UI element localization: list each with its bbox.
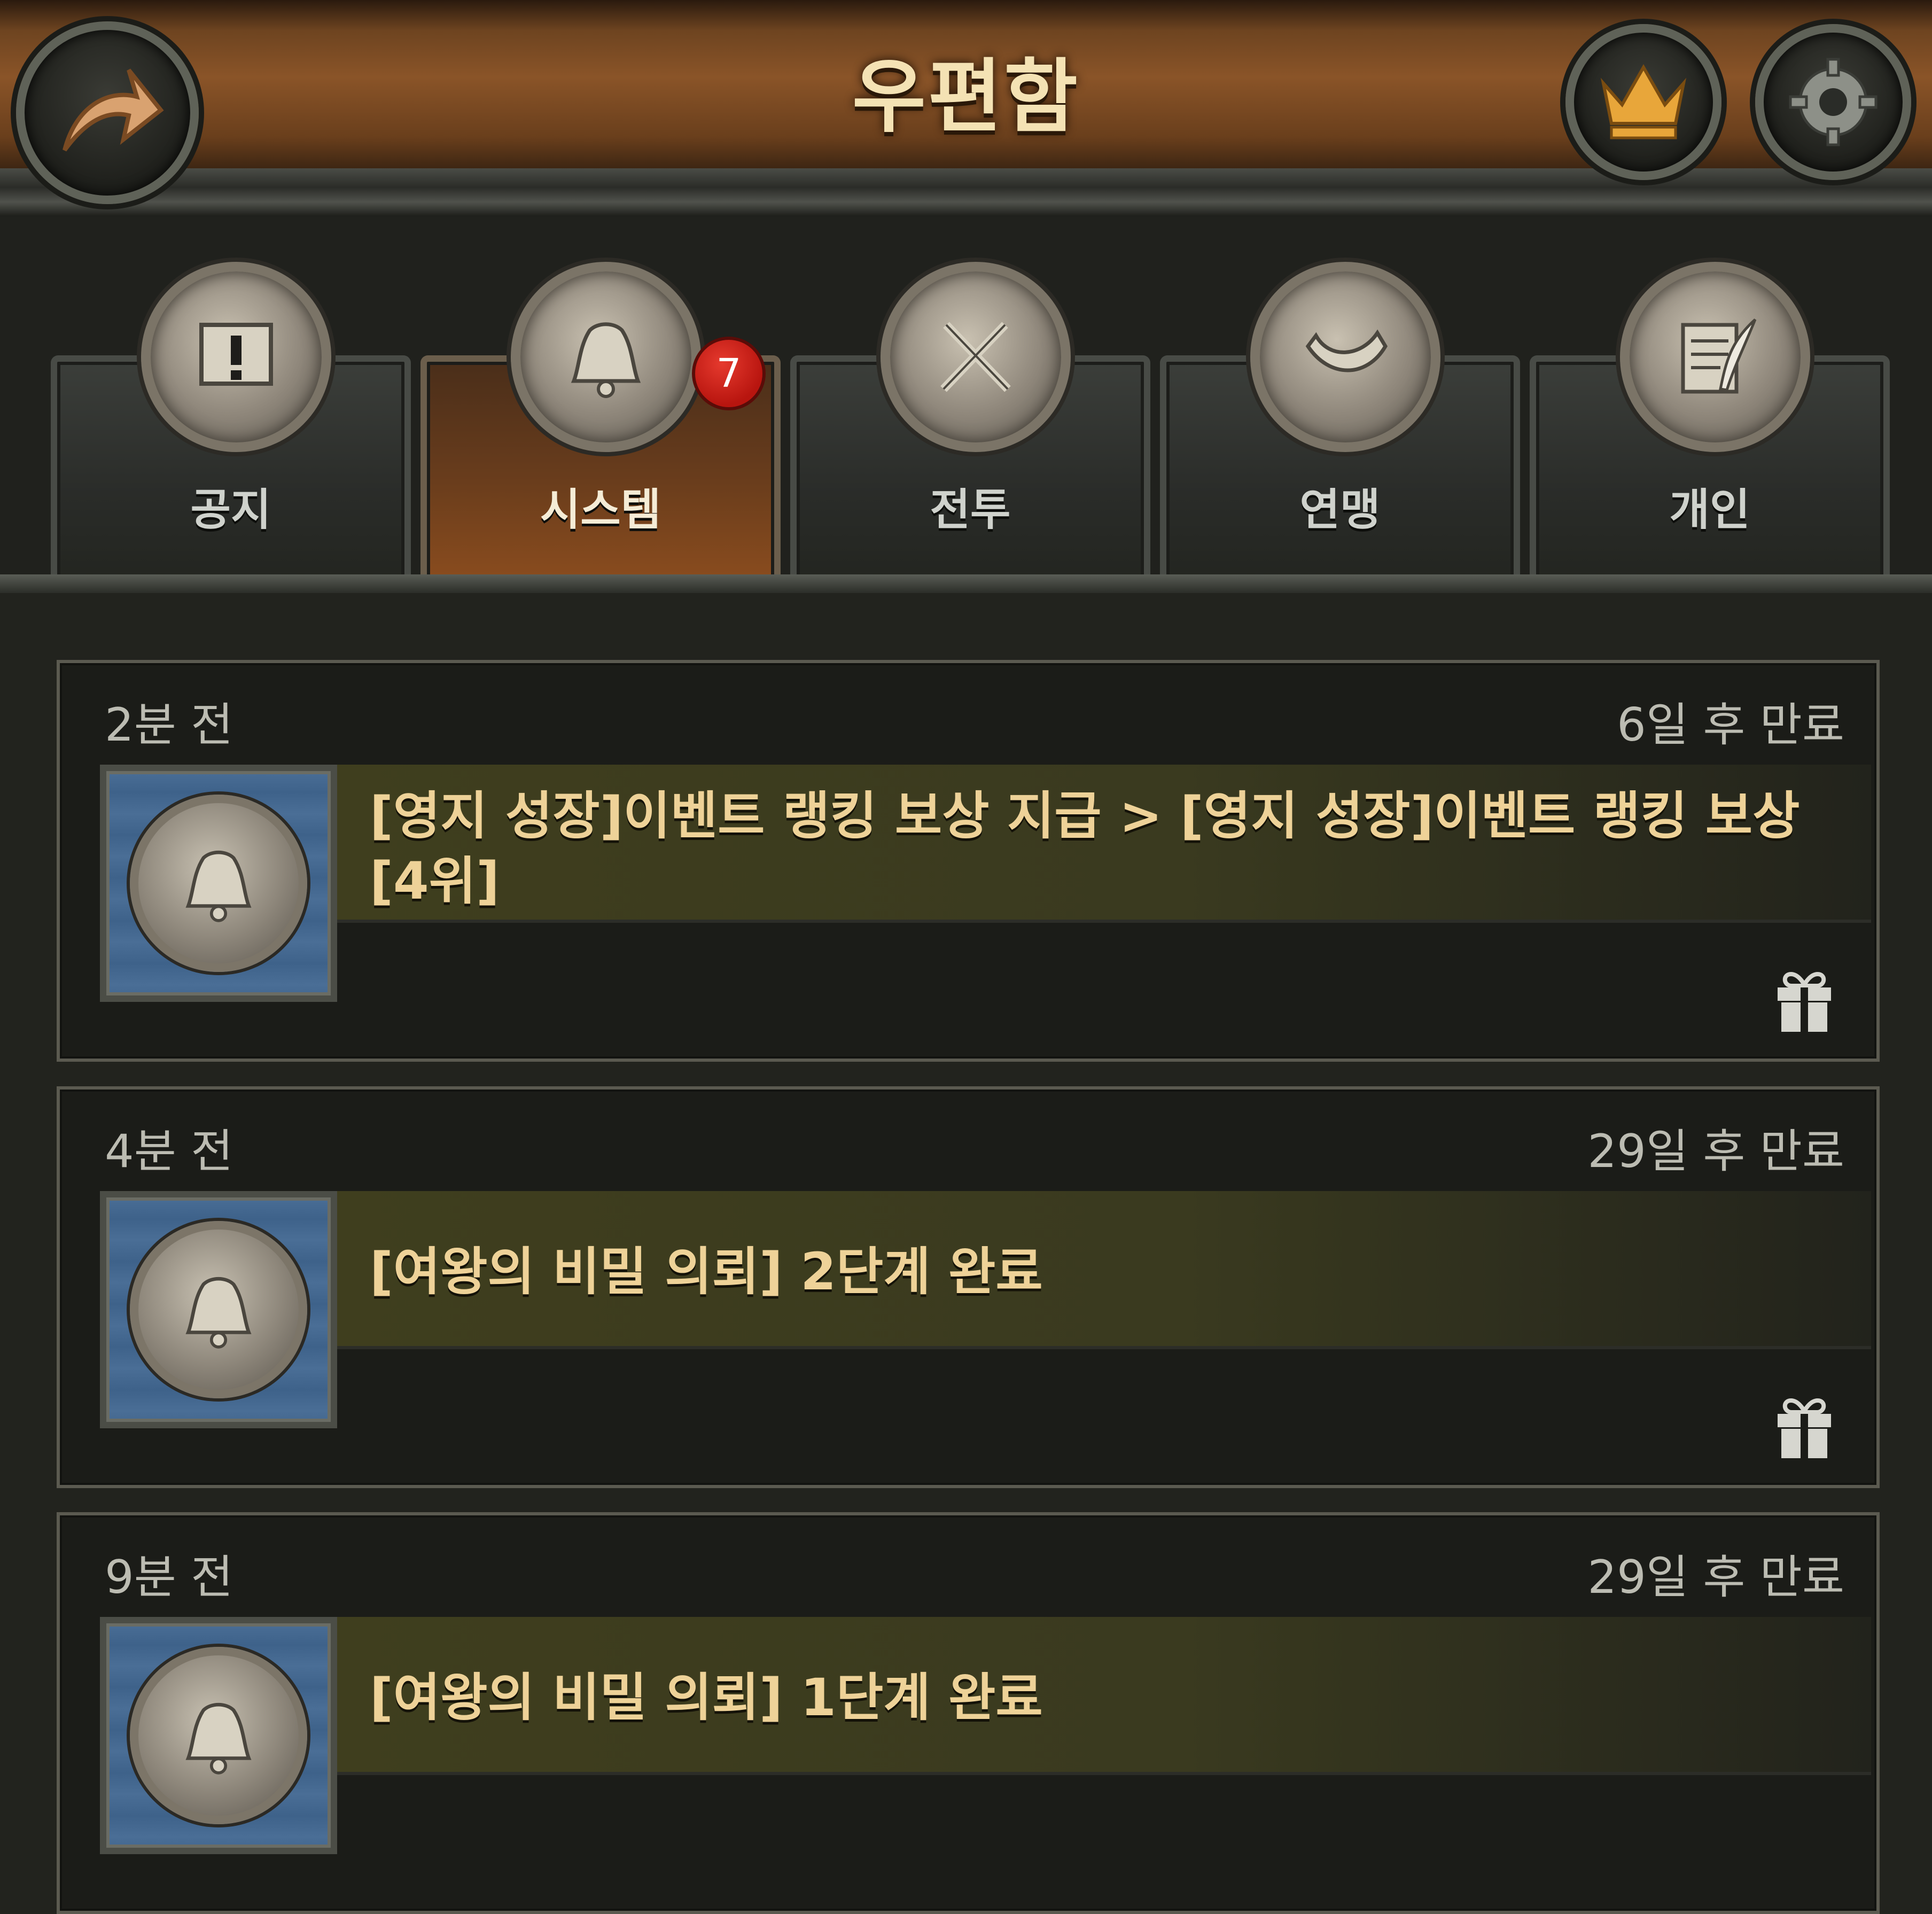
- horn-icon: [1250, 262, 1440, 452]
- mail-item[interactable]: 2분 전 6일 후 만료 [영지 성장]이벤트 랭킹 보상 지급 > [영지 성…: [57, 660, 1880, 1062]
- mail-icon-frame: [100, 765, 337, 1002]
- mail-subject: [영지 성장]이벤트 랭킹 보상 지급 > [영지 성장]이벤트 랭킹 보상 […: [370, 786, 1800, 911]
- bell-icon: [511, 262, 701, 452]
- mail-subject: [여왕의 비밀 의뢰] 2단계 완료: [370, 1242, 1043, 1302]
- bell-icon: [130, 1647, 307, 1824]
- mail-icon-frame: [100, 1617, 337, 1854]
- settings-button[interactable]: [1755, 24, 1911, 180]
- mail-icon-frame: [100, 1191, 337, 1428]
- mail-time: 4분 전: [105, 1125, 233, 1178]
- tabs-rail: [0, 574, 1932, 594]
- ranking-button[interactable]: [1565, 24, 1721, 180]
- gift-icon[interactable]: [1775, 969, 1834, 1033]
- letter-quill-icon: [1620, 262, 1810, 452]
- mail-item[interactable]: 4분 전 29일 후 만료 [여왕의 비밀 의뢰] 2단계 완료: [57, 1086, 1880, 1488]
- crossed-swords-icon: [881, 262, 1071, 452]
- back-arrow-icon: [63, 68, 164, 152]
- mail-expire: 29일 후 만료: [1587, 1125, 1844, 1178]
- mail-item[interactable]: 9분 전 29일 후 만료 [여왕의 비밀 의뢰] 1단계 완료: [57, 1512, 1880, 1914]
- tab-alliance-label: 연맹: [1299, 485, 1381, 535]
- mail-subject: [여왕의 비밀 의뢰] 1단계 완료: [370, 1668, 1043, 1728]
- mail-expire: 6일 후 만료: [1617, 698, 1844, 752]
- notice-board-icon: [141, 262, 331, 452]
- tab-battle-label: 전투: [930, 485, 1011, 535]
- mail-time: 2분 전: [105, 698, 233, 752]
- bell-icon: [130, 1221, 307, 1398]
- bell-icon: [130, 795, 307, 972]
- tab-notice-label: 공지: [190, 485, 271, 535]
- gear-icon: [1789, 58, 1878, 146]
- unread-count-badge: 7: [692, 337, 766, 410]
- crown-icon: [1600, 64, 1687, 139]
- back-button[interactable]: [16, 21, 199, 204]
- tab-personal-label: 개인: [1669, 485, 1750, 535]
- mail-time: 9분 전: [105, 1551, 233, 1604]
- tab-system-label: 시스템: [540, 485, 661, 535]
- gift-icon[interactable]: [1775, 1395, 1834, 1459]
- mail-expire: 29일 후 만료: [1587, 1551, 1844, 1604]
